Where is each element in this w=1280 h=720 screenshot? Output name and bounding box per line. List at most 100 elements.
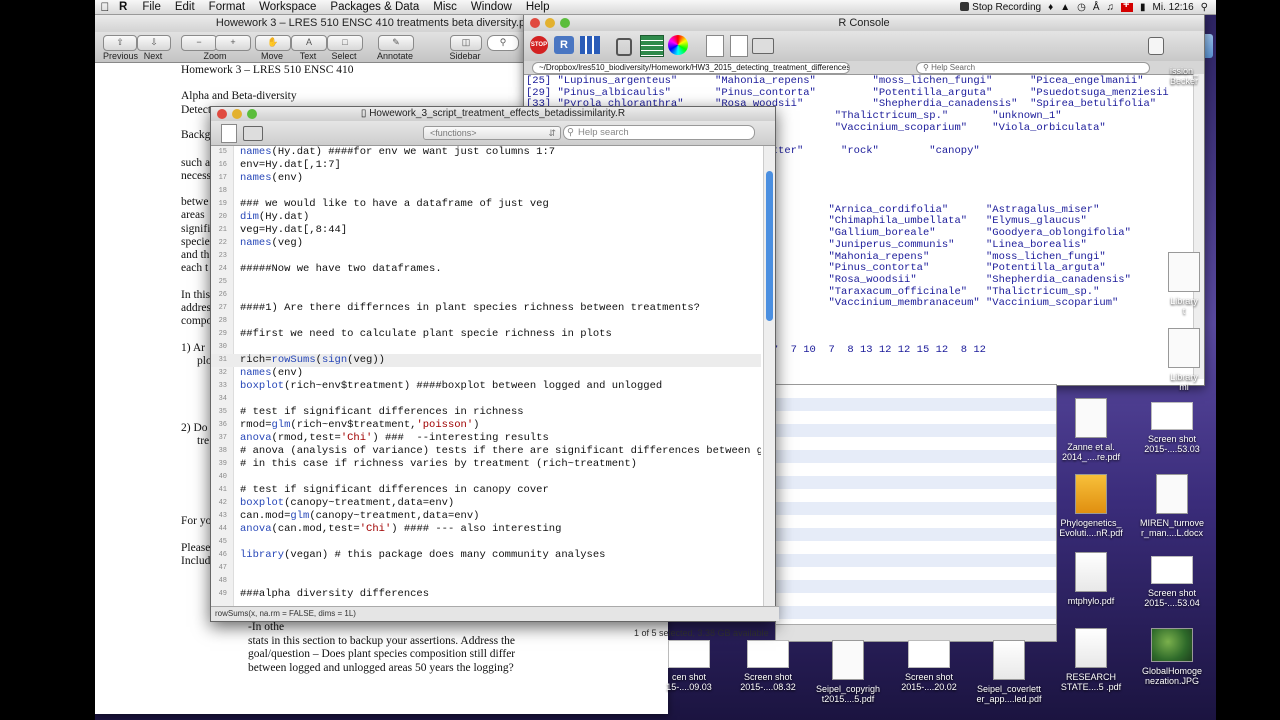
code-line[interactable]: 41 # test if significant differences in c…	[211, 484, 761, 497]
next-button[interactable]: ⇩	[137, 35, 171, 51]
volume-icon[interactable]: ♫	[1107, 2, 1115, 13]
code-line[interactable]: 45	[211, 536, 761, 549]
minimize-icon[interactable]	[232, 109, 242, 119]
close-icon[interactable]	[530, 18, 540, 28]
sidebar-toggle-icon[interactable]	[1148, 37, 1164, 55]
scroll-thumb[interactable]	[766, 171, 773, 321]
code-line[interactable]: 49 ###alpha diversity differences	[211, 588, 761, 601]
desktop-file-icon[interactable]: MIREN_turnove r_man....L.docx	[1133, 474, 1211, 538]
apple-icon[interactable]: 	[95, 0, 115, 14]
code-line[interactable]: 15 names(Hy.dat) ####for env we want just…	[211, 146, 761, 159]
pdf-search-field[interactable]: ⚲	[487, 35, 519, 51]
bluetooth-icon[interactable]: Å	[1093, 2, 1100, 13]
code-line[interactable]: 30	[211, 341, 761, 354]
menu-workspace[interactable]: Workspace	[252, 1, 323, 13]
desktop-file-icon[interactable]: GlobalHomoge nezation.JPG	[1133, 628, 1211, 686]
menu-format[interactable]: Format	[202, 1, 252, 13]
previous-button[interactable]: ⇧	[103, 35, 137, 51]
desktop-file-icon[interactable]: Seipel_coverlett er_app....led.pdf	[970, 640, 1048, 704]
code-line[interactable]: 35 # test if significant differences in r…	[211, 406, 761, 419]
wifi-icon[interactable]: ▲	[1060, 2, 1070, 13]
annotate-button[interactable]: ✎	[378, 35, 414, 51]
desktop-file-icon[interactable]: Library ml	[1145, 328, 1216, 392]
menu-edit[interactable]: Edit	[168, 1, 202, 13]
code-line[interactable]: 22 names(veg)	[211, 237, 761, 250]
code-line[interactable]: 17 names(env)	[211, 172, 761, 185]
desktop-file-icon[interactable]: Screen shot 2015-....53.04	[1133, 556, 1211, 608]
minimize-icon[interactable]	[545, 18, 555, 28]
battery-icon[interactable]: ▮	[1140, 2, 1146, 13]
code-line[interactable]: 34	[211, 393, 761, 406]
editor-scrollbar[interactable]	[763, 146, 775, 606]
desktop-file-icon[interactable]: Seipel_copyrigh t2015....5.pdf	[809, 640, 887, 704]
print-icon[interactable]	[752, 38, 774, 54]
code-line[interactable]: 39 # in this case if richness varies by t…	[211, 458, 761, 471]
code-area[interactable]: 15 names(Hy.dat) ####for env we want just…	[211, 146, 761, 606]
source-icon[interactable]	[221, 124, 237, 143]
code-line[interactable]: 20 dim(Hy.dat)	[211, 211, 761, 224]
functions-dropdown[interactable]: <functions> ⇵	[423, 126, 561, 140]
menu-file[interactable]: File	[135, 1, 168, 13]
console-help-search[interactable]: ⚲ Help Search	[916, 62, 1150, 74]
code-line[interactable]: 28	[211, 315, 761, 328]
code-line[interactable]: 40	[211, 471, 761, 484]
color-wheel-icon[interactable]	[668, 35, 688, 55]
clock[interactable]: Mi. 12:16	[1153, 2, 1194, 13]
close-icon[interactable]	[217, 109, 227, 119]
text-button[interactable]: A	[291, 35, 327, 51]
desktop-file-icon[interactable]: Phylogenetics_ Evoluti....nR.pdf	[1052, 474, 1130, 538]
menu-help[interactable]: Help	[519, 1, 557, 13]
sidebar-button[interactable]: ◫	[450, 35, 482, 51]
code-line[interactable]: 16 env=Hy.dat[,1:7]	[211, 159, 761, 172]
code-line[interactable]: 48	[211, 575, 761, 588]
code-line[interactable]: 44 anova(can.mod,test='Chi') #### --- als…	[211, 523, 761, 536]
move-button[interactable]: ✋	[255, 35, 291, 51]
open-document-icon[interactable]	[706, 35, 724, 57]
menu-window[interactable]: Window	[464, 1, 519, 13]
desktop-file-icon[interactable]: ission_ Becker	[1145, 66, 1216, 86]
new-document-icon[interactable]	[730, 35, 748, 57]
desktop-file-icon[interactable]: cen shot 15-....09.03	[650, 640, 728, 692]
dropbox-icon[interactable]: ♦	[1048, 2, 1053, 13]
code-line[interactable]: 24 #####Now we have two dataframes.	[211, 263, 761, 276]
code-line[interactable]: 37 anova(rmod,test='Chi') ### --interesti…	[211, 432, 761, 445]
code-line[interactable]: 27 ####1) Are there differnces in plant s…	[211, 302, 761, 315]
bar-chart-icon[interactable]	[580, 36, 600, 54]
table-icon[interactable]	[640, 35, 664, 57]
desktop-file-icon[interactable]: Screen shot 2015-....08.32	[729, 640, 807, 692]
desktop-file-icon[interactable]: RESEARCH STATE....5 .pdf	[1052, 628, 1130, 692]
code-line[interactable]: 19 ### we would like to have a dataframe …	[211, 198, 761, 211]
code-line[interactable]: 29 ##first we need to calculate plant spe…	[211, 328, 761, 341]
working-directory-field[interactable]: ~/Dropbox/lres510_biodiversity/Homework/…	[532, 62, 850, 74]
code-line[interactable]: 18	[211, 185, 761, 198]
menu-app[interactable]: R	[115, 1, 135, 13]
code-line[interactable]: 36 rmod=glm(rich~env$treatment,'poisson')	[211, 419, 761, 432]
code-line[interactable]: 43 can.mod=glm(canopy~treatment,data=env)	[211, 510, 761, 523]
print-icon[interactable]	[243, 126, 263, 141]
lock-icon[interactable]	[616, 38, 632, 56]
menu-packages[interactable]: Packages & Data	[323, 1, 426, 13]
zoom-icon[interactable]	[247, 109, 257, 119]
code-line[interactable]: 23	[211, 250, 761, 263]
time-machine-icon[interactable]: ◷	[1077, 2, 1086, 13]
swiss-flag-icon[interactable]	[1121, 0, 1134, 12]
desktop-file-icon[interactable]: Zanne et al. 2014_....re.pdf	[1052, 398, 1130, 462]
code-line[interactable]: 47	[211, 562, 761, 575]
code-line[interactable]: 46 library(vegan) # this package does man…	[211, 549, 761, 562]
code-line[interactable]: 42 boxplot(canopy~treatment,data=env)	[211, 497, 761, 510]
code-line[interactable]: 32 names(env)	[211, 367, 761, 380]
code-line[interactable]: 26	[211, 289, 761, 302]
desktop-file-icon[interactable]: Screen shot 2015-....20.02	[890, 640, 968, 692]
code-line[interactable]: 25	[211, 276, 761, 289]
zoom-out-button[interactable]: −	[181, 35, 217, 51]
stop-recording-button[interactable]: Stop Recording	[960, 1, 1041, 13]
editor-help-search[interactable]: ⚲ Help search	[563, 125, 755, 140]
r-logo-icon[interactable]: R	[554, 36, 574, 54]
code-line[interactable]: 38 # anova (analysis of variance) tests i…	[211, 445, 761, 458]
desktop-file-icon[interactable]: Screen shot 2015-....53.03	[1133, 402, 1211, 454]
select-button[interactable]: □	[327, 35, 363, 51]
code-line[interactable]: 33 boxplot(rich~env$treatment) ####boxplo…	[211, 380, 761, 393]
code-line[interactable]: 21 veg=Hy.dat[,8:44]	[211, 224, 761, 237]
menu-misc[interactable]: Misc	[426, 1, 464, 13]
desktop-file-icon[interactable]: mtphylo.pdf	[1052, 552, 1130, 606]
